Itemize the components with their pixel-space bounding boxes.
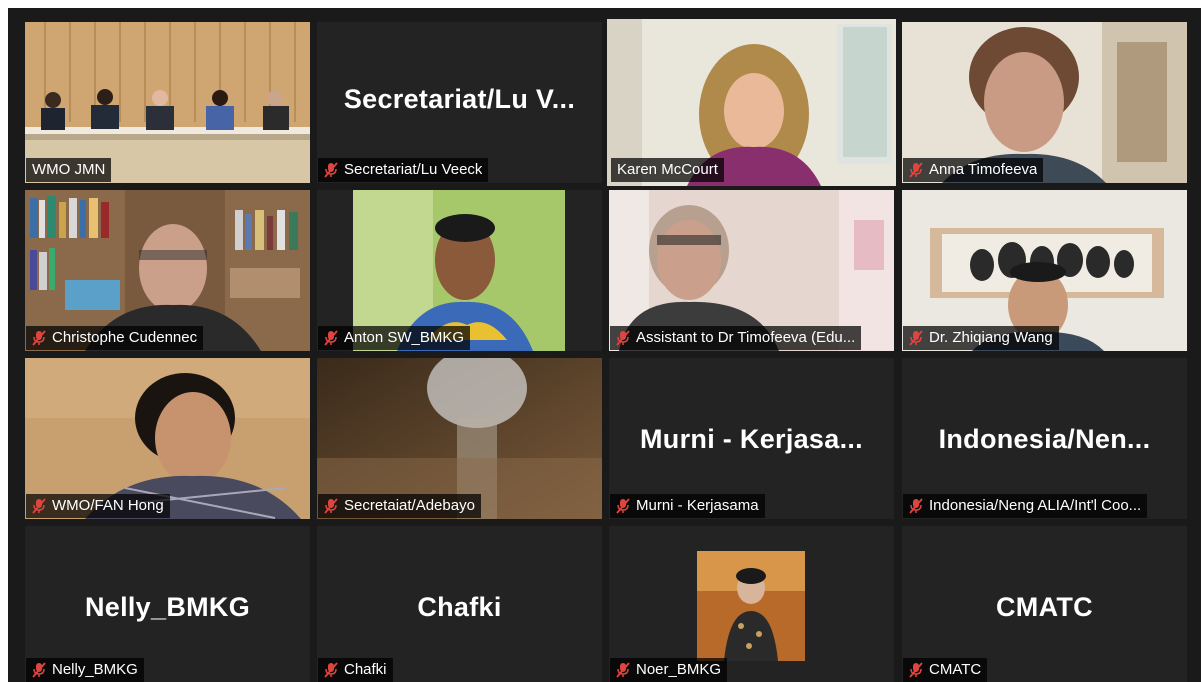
participant-tile-indonesia-neng-alia[interactable]: Indonesia/Nen... Indonesia/Neng ALIA/Int…: [902, 358, 1187, 519]
participant-name-label: Chafki: [318, 658, 393, 682]
participant-name: Dr. Zhiqiang Wang: [929, 329, 1053, 346]
participant-name-label: Secretariat/Lu Veeck: [318, 158, 489, 182]
participant-name-label: WMO JMN: [26, 158, 112, 182]
participant-display-name: Nelly_BMKG: [84, 592, 251, 622]
participant-name-label: Nelly_BMKG: [26, 658, 144, 682]
participant-name: Christophe Cudennec: [52, 329, 198, 346]
participant-name: WMO/FAN Hong: [52, 497, 164, 514]
participant-name: CMATC: [929, 661, 982, 678]
participant-name-label: Indonesia/Neng ALIA/Int'l Coo...: [903, 494, 1148, 518]
participant-tile-karen-mccourt[interactable]: Karen McCourt: [607, 19, 896, 186]
participant-name-label: Noer_BMKG: [610, 658, 728, 682]
participant-name-label: Dr. Zhiqiang Wang: [903, 326, 1059, 350]
participant-name-label: Anton SW_BMKG: [318, 326, 471, 350]
participant-name: WMO JMN: [32, 161, 106, 178]
muted-mic-icon: [324, 497, 338, 514]
participant-name: Chafki: [344, 661, 387, 678]
participant-name: Anna Timofeeva: [929, 161, 1038, 178]
participant-tile-assistant-to-dr-timofeeva[interactable]: Assistant to Dr Timofeeva (Edu...: [609, 190, 894, 351]
participant-tile-nelly-bmkg[interactable]: Nelly_BMKG Nelly_BMKG: [25, 526, 310, 682]
participant-name-label: CMATC: [903, 658, 988, 682]
muted-mic-icon: [32, 497, 46, 514]
participant-name: Noer_BMKG: [636, 661, 722, 678]
participant-tile-murni-kerjasama[interactable]: Murni - Kerjasa... Murni - Kerjasama: [609, 358, 894, 519]
participant-name: Karen McCourt: [617, 161, 718, 178]
participant-name-label: Christophe Cudennec: [26, 326, 204, 350]
muted-mic-icon: [616, 661, 630, 678]
video-gallery: WMO JMN Secretariat/Lu V... Secretariat/…: [0, 0, 1201, 682]
muted-mic-icon: [324, 161, 338, 178]
participant-tile-wmo-jmn[interactable]: WMO JMN: [25, 22, 310, 183]
participant-name: Secretariat/Lu Veeck: [344, 161, 483, 178]
participant-name-label: Anna Timofeeva: [903, 158, 1044, 182]
participant-display-name: Chafki: [417, 592, 502, 622]
muted-mic-icon: [324, 329, 338, 346]
participant-name: Indonesia/Neng ALIA/Int'l Coo...: [929, 497, 1142, 514]
participant-name: Murni - Kerjasama: [636, 497, 759, 514]
participant-display-name: Indonesia/Nen...: [938, 424, 1151, 454]
participant-name: Nelly_BMKG: [52, 661, 138, 678]
muted-mic-icon: [616, 497, 630, 514]
muted-mic-icon: [909, 161, 923, 178]
muted-mic-icon: [324, 661, 338, 678]
participant-tile-noer-bmkg[interactable]: Noer_BMKG: [609, 526, 894, 682]
muted-mic-icon: [32, 661, 46, 678]
participant-tile-anna-timofeeva[interactable]: Anna Timofeeva: [902, 22, 1187, 183]
participant-tile-anton-sw-bmkg[interactable]: Anton SW_BMKG: [317, 190, 602, 351]
participant-display-name: Secretariat/Lu V...: [343, 84, 576, 114]
participant-tile-dr-zhiqiang-wang[interactable]: Dr. Zhiqiang Wang: [902, 190, 1187, 351]
muted-mic-icon: [909, 661, 923, 678]
participant-tile-secretaiat-adebayo[interactable]: Secretaiat/Adebayo: [317, 358, 602, 519]
participant-name: Assistant to Dr Timofeeva (Edu...: [636, 329, 856, 346]
participant-tile-wmo-fan-hong[interactable]: WMO/FAN Hong: [25, 358, 310, 519]
participant-name: Anton SW_BMKG: [344, 329, 465, 346]
participant-display-name: CMATC: [996, 592, 1093, 622]
participant-name-label: WMO/FAN Hong: [26, 494, 170, 518]
muted-mic-icon: [32, 329, 46, 346]
participant-tile-chafki[interactable]: Chafki Chafki: [317, 526, 602, 682]
participant-name-label: Karen McCourt: [611, 158, 724, 182]
muted-mic-icon: [909, 329, 923, 346]
participant-name-label: Murni - Kerjasama: [610, 494, 765, 518]
participant-tile-secretariat-lu-veeck[interactable]: Secretariat/Lu V... Secretariat/Lu Veeck: [317, 22, 602, 183]
participant-name-label: Assistant to Dr Timofeeva (Edu...: [610, 326, 862, 350]
muted-mic-icon: [616, 329, 630, 346]
participant-tile-cmatc[interactable]: CMATC CMATC: [902, 526, 1187, 682]
participant-tile-christophe-cudennec[interactable]: Christophe Cudennec: [25, 190, 310, 351]
muted-mic-icon: [909, 497, 923, 514]
participant-name-label: Secretaiat/Adebayo: [318, 494, 481, 518]
participant-display-name: Murni - Kerjasa...: [640, 424, 863, 454]
participant-name: Secretaiat/Adebayo: [344, 497, 475, 514]
